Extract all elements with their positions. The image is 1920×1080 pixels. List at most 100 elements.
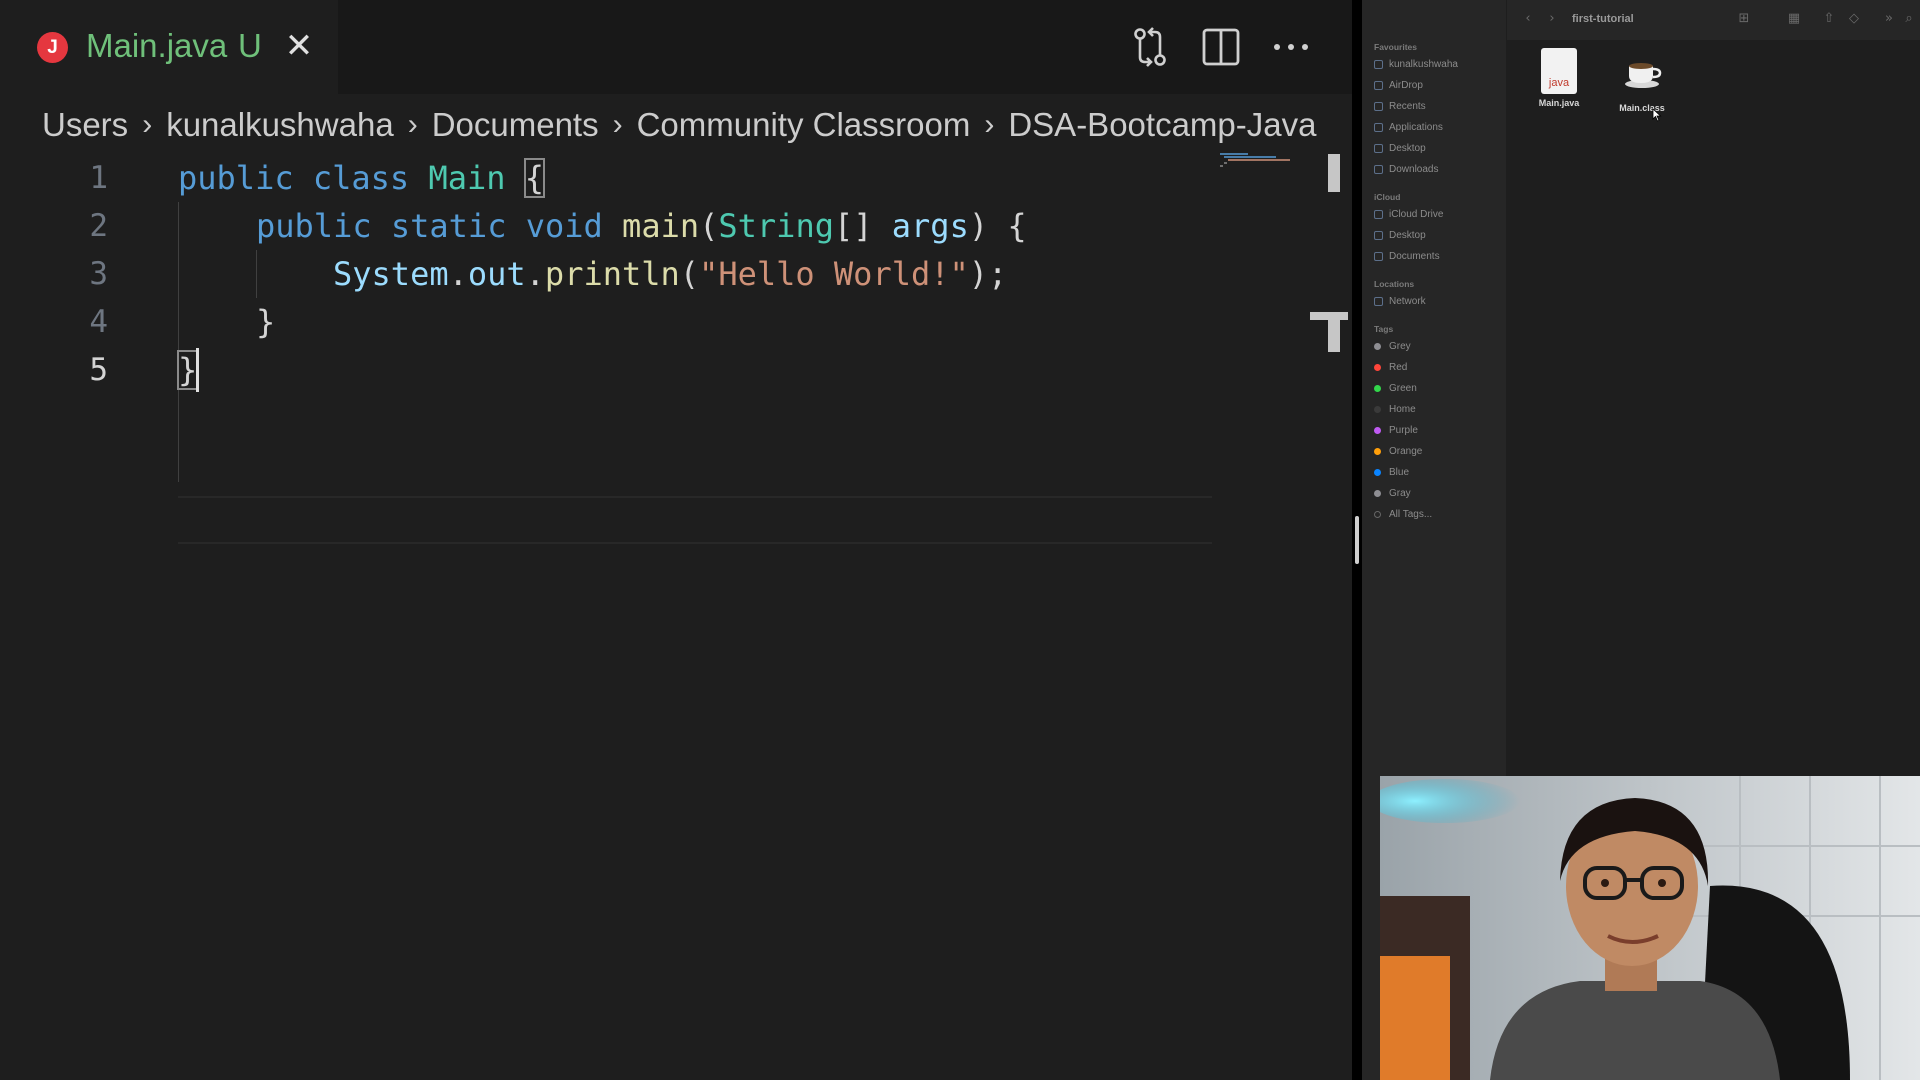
cloud-icon [1374, 209, 1383, 219]
code-line[interactable]: 5 } [0, 346, 1340, 394]
code-text[interactable]: System.out.println("Hello World!"); [333, 250, 1007, 298]
code-line[interactable]: 1 public class Main { [0, 154, 1340, 202]
airdrop-icon [1374, 80, 1383, 90]
more-actions-icon[interactable] [1268, 24, 1314, 70]
breadcrumb-item-home[interactable]: kunalkushwaha [166, 106, 394, 144]
sidebar-tag-orange[interactable]: Orange [1374, 443, 1422, 459]
class-ref: System [333, 255, 449, 293]
sidebar-section-favourites: Favourites [1374, 42, 1417, 52]
sidebar-item-label: Purple [1389, 424, 1418, 436]
code-line[interactable]: 2 public static void main(String[] args)… [0, 202, 1340, 250]
code-text[interactable]: } [176, 346, 199, 394]
breadcrumb-item-documents[interactable]: Documents [432, 106, 599, 144]
sidebar-item-applications[interactable]: Applications [1374, 119, 1443, 135]
file-item-main-class[interactable]: Main.class [1602, 48, 1682, 113]
forward-icon[interactable]: › [1545, 12, 1559, 26]
punctuation: ( [679, 255, 700, 293]
sidebar-tag-purple[interactable]: Purple [1374, 422, 1418, 438]
line-number: 1 [89, 160, 108, 196]
sidebar-item-label: kunalkushwaha [1389, 58, 1458, 70]
line-number: 4 [89, 304, 108, 340]
file-type-badge: java [1548, 77, 1570, 89]
tag-icon[interactable]: ◇ [1847, 12, 1861, 26]
parameter: args [891, 207, 969, 245]
share-icon[interactable]: ⇧ [1822, 12, 1836, 26]
sidebar-item-recents[interactable]: Recents [1374, 98, 1426, 114]
sidebar-item-network[interactable]: Network [1374, 293, 1426, 309]
desktop-icon [1374, 230, 1383, 240]
breadcrumb-item-community-classroom[interactable]: Community Classroom [637, 106, 971, 144]
sidebar-item-label: iCloud Drive [1389, 208, 1444, 220]
punctuation: } [256, 303, 276, 341]
sidebar-item-label: Documents [1389, 250, 1440, 262]
code-line[interactable]: 3 System.out.println("Hello World!"); [0, 250, 1340, 298]
sidebar-item-icloud-desktop[interactable]: Desktop [1374, 227, 1426, 243]
punctuation: . [448, 255, 468, 293]
matched-bracket: } [176, 350, 199, 390]
sidebar-section-locations: Locations [1374, 279, 1415, 289]
split-editor-icon[interactable] [1198, 24, 1244, 70]
coffee-cup-icon [1625, 63, 1662, 88]
line-number: 3 [89, 256, 108, 292]
group-icon[interactable]: ▦ [1787, 12, 1801, 26]
punctuation: ( [699, 207, 719, 245]
sidebar-item-icloud-drive[interactable]: iCloud Drive [1374, 206, 1443, 222]
sidebar-tag-grey[interactable]: Grey [1374, 338, 1411, 354]
search-icon[interactable]: ⌕ [1902, 12, 1916, 26]
back-icon[interactable]: ‹ [1521, 12, 1535, 26]
keyword: class [312, 159, 410, 197]
code-text[interactable]: public static void main(String[] args) { [256, 202, 1027, 250]
close-tab-button[interactable]: ✕ [281, 27, 317, 65]
sidebar-item-icloud-documents[interactable]: Documents [1374, 248, 1440, 264]
breadcrumb-item-bootcamp[interactable]: DSA-Bootcamp-Java [1008, 106, 1316, 144]
code-editor-window: J Main.java U ✕ Users › kunalkushwaha › … [0, 0, 1352, 1080]
code-area[interactable]: 1 public class Main { 2 public static vo… [0, 150, 1352, 1080]
sidebar-item-downloads[interactable]: Downloads [1374, 161, 1438, 177]
tag-dot-icon [1374, 363, 1381, 371]
sidebar-section-icloud: iCloud [1374, 192, 1401, 202]
java-file-icon: J [37, 32, 68, 63]
tab-main-java[interactable]: J Main.java U ✕ [0, 0, 338, 94]
webcam-overlay [1380, 776, 1920, 1080]
desktop-icon [1374, 143, 1383, 153]
sidebar-item-desktop[interactable]: Desktop [1374, 140, 1426, 156]
sidebar-tag-gray[interactable]: Gray [1374, 485, 1411, 501]
sidebar-item-label: Applications [1389, 121, 1443, 133]
file-item-main-java[interactable]: java Main.java [1519, 48, 1599, 108]
line-number: 5 [89, 352, 108, 388]
minimap[interactable] [1218, 152, 1318, 172]
sidebar-item-label: Home [1389, 403, 1416, 415]
tag-outline-icon [1374, 510, 1381, 518]
sidebar-item-label: AirDrop [1389, 79, 1423, 91]
breadcrumb-item-users[interactable]: Users [42, 106, 128, 144]
sidebar-item-home[interactable]: kunalkushwaha [1374, 56, 1458, 72]
sidebar-tag-red[interactable]: Red [1374, 359, 1407, 375]
sidebar-item-label: Recents [1389, 100, 1426, 112]
chevron-right-icon: › [612, 108, 623, 141]
punctuation: ) { [968, 207, 1027, 245]
code-text[interactable]: public class Main { [178, 154, 546, 202]
code-text[interactable]: } [256, 298, 275, 346]
sidebar-section-tags: Tags [1374, 324, 1394, 334]
tag-dot-icon [1374, 342, 1381, 350]
text-cursor [196, 348, 199, 392]
sidebar-tag-home[interactable]: Home [1374, 401, 1416, 417]
sidebar-item-label: Gray [1389, 487, 1411, 499]
matched-bracket: { [523, 158, 546, 198]
sidebar-all-tags[interactable]: All Tags... [1374, 506, 1432, 522]
sidebar-item-label: Desktop [1389, 229, 1426, 241]
breadcrumb: Users › kunalkushwaha › Documents › Comm… [42, 102, 1352, 148]
more-toolbar-icon[interactable]: » [1882, 12, 1896, 26]
compare-changes-icon[interactable] [1128, 24, 1174, 70]
sidebar-item-label: Grey [1389, 340, 1411, 352]
code-line[interactable]: 4 } [0, 298, 1340, 346]
tag-dot-icon [1374, 468, 1381, 476]
sidebar-tag-green[interactable]: Green [1374, 380, 1417, 396]
view-mode-icon[interactable]: ⊞ [1737, 12, 1751, 26]
sidebar-tag-blue[interactable]: Blue [1374, 464, 1409, 480]
scrollbar-thumb[interactable] [1328, 154, 1340, 192]
window-resize-handle[interactable] [1355, 516, 1359, 564]
sidebar-item-airdrop[interactable]: AirDrop [1374, 77, 1423, 93]
overview-ruler-marker [1328, 312, 1340, 352]
clock-icon [1374, 101, 1383, 111]
